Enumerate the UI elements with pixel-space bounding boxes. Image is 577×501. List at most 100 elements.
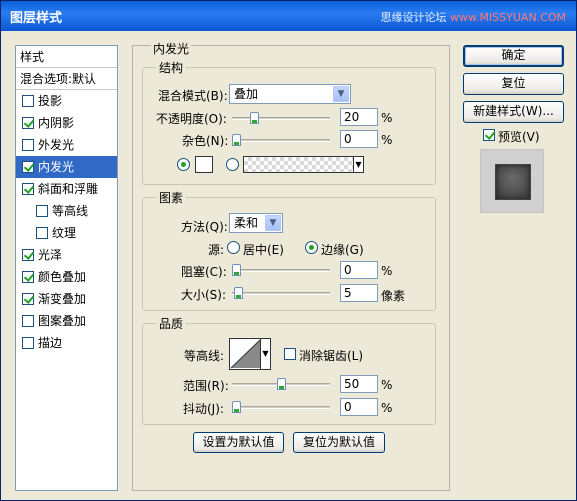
style-item[interactable]: 内阴影 — [16, 112, 117, 134]
style-item-checkbox[interactable] — [22, 183, 34, 195]
style-item-checkbox[interactable] — [36, 205, 48, 217]
size-slider[interactable] — [232, 287, 330, 299]
styles-header[interactable]: 样式 — [16, 46, 117, 68]
style-preview-swatch — [495, 164, 531, 200]
style-item[interactable]: 内发光 — [16, 156, 117, 178]
technique-select[interactable]: 柔和 ▼ — [229, 213, 283, 233]
source-center-radio[interactable] — [227, 241, 240, 254]
style-item[interactable]: 颜色叠加 — [16, 266, 117, 288]
source-label: 源: — [208, 243, 225, 257]
style-item-checkbox[interactable] — [22, 315, 34, 327]
solid-color-radio[interactable] — [177, 158, 190, 171]
style-item-label: 等高线 — [52, 204, 89, 218]
range-label: 范围(R): — [183, 379, 229, 393]
gradient-swatch[interactable]: ▼ — [243, 156, 364, 173]
blend-mode-select[interactable]: 叠加 ▼ — [229, 84, 351, 104]
style-item-label: 斜面和浮雕 — [38, 182, 99, 196]
blend-mode-value: 叠加 — [234, 87, 259, 101]
opacity-input[interactable]: 20 — [340, 108, 378, 126]
style-preview — [480, 149, 544, 213]
jitter-unit: % — [381, 401, 393, 415]
watermark-url: www.MISSYUAN.COM — [449, 11, 566, 24]
technique-label: 方法(Q): — [181, 220, 228, 234]
chevron-down-icon: ▼ — [265, 215, 281, 231]
style-item-label: 内阴影 — [38, 116, 75, 130]
preview-label[interactable]: 预览(V) — [498, 128, 540, 145]
style-item-label: 内发光 — [38, 160, 75, 174]
choke-unit: % — [381, 264, 393, 278]
source-edge-label[interactable]: 边缘(G) — [321, 241, 364, 258]
structure-label: 结构 — [156, 59, 187, 76]
choke-slider-thumb[interactable] — [232, 264, 241, 276]
opacity-label: 不透明度(O): — [156, 112, 227, 126]
glow-color-swatch[interactable] — [195, 156, 213, 173]
ok-button[interactable]: 确定 — [463, 45, 564, 67]
range-input[interactable]: 50 — [340, 375, 378, 393]
style-item-checkbox[interactable] — [22, 337, 34, 349]
jitter-input[interactable]: 0 — [340, 398, 378, 416]
antialias-label[interactable]: 消除锯齿(L) — [299, 347, 363, 364]
watermark: 思缘设计论坛 www.MISSYUAN.COM — [380, 9, 566, 25]
style-item[interactable]: 等高线 — [16, 200, 117, 222]
size-slider-thumb[interactable] — [234, 287, 243, 299]
noise-input[interactable]: 0 — [340, 130, 378, 148]
chevron-down-icon[interactable]: ▼ — [353, 157, 363, 172]
reset-default-button[interactable]: 复位为默认值 — [293, 432, 385, 453]
choke-label: 阻塞(C): — [181, 265, 227, 279]
source-edge-radio[interactable] — [305, 241, 318, 254]
chevron-down-icon: ▼ — [333, 86, 349, 102]
style-item[interactable]: 纹理 — [16, 222, 117, 244]
range-slider-thumb[interactable] — [277, 378, 286, 390]
style-item[interactable]: 外发光 — [16, 134, 117, 156]
choke-slider[interactable] — [232, 264, 330, 276]
elements-label: 图素 — [156, 189, 187, 206]
jitter-slider-thumb[interactable] — [232, 401, 241, 413]
contour-preview — [230, 339, 261, 369]
style-item-checkbox[interactable] — [22, 161, 34, 173]
chevron-down-icon[interactable]: ▼ — [260, 339, 270, 369]
set-default-button[interactable]: 设置为默认值 — [193, 432, 284, 453]
style-item[interactable]: 投影 — [16, 90, 117, 112]
jitter-slider[interactable] — [232, 401, 330, 413]
style-item-checkbox[interactable] — [36, 227, 48, 239]
opacity-slider-thumb[interactable] — [250, 112, 259, 124]
choke-input[interactable]: 0 — [340, 261, 378, 279]
style-item-checkbox[interactable] — [22, 249, 34, 261]
style-item-checkbox[interactable] — [22, 139, 34, 151]
dialog-title: 图层样式 — [10, 11, 63, 26]
new-style-button[interactable]: 新建样式(W)... — [463, 101, 564, 123]
noise-label: 杂色(N): — [182, 134, 229, 148]
range-unit: % — [381, 378, 393, 392]
quality-label: 品质 — [156, 315, 187, 332]
noise-slider-thumb[interactable] — [232, 134, 241, 146]
blending-options-item[interactable]: 混合选项:默认 — [16, 68, 117, 90]
gradient-radio[interactable] — [226, 158, 239, 171]
style-item[interactable]: 斜面和浮雕 — [16, 178, 117, 200]
reset-button[interactable]: 复位 — [463, 73, 564, 95]
source-center-label[interactable]: 居中(E) — [243, 241, 284, 258]
contour-label: 等高线: — [184, 349, 225, 363]
style-item-checkbox[interactable] — [22, 95, 34, 107]
style-item-label: 描边 — [38, 336, 63, 350]
opacity-slider[interactable] — [232, 112, 330, 124]
noise-slider[interactable] — [232, 134, 330, 146]
watermark-text: 思缘设计论坛 — [380, 11, 447, 24]
style-item-checkbox[interactable] — [22, 271, 34, 283]
jitter-label: 抖动(J): — [183, 402, 224, 416]
style-item-label: 投影 — [38, 94, 63, 108]
title-bar[interactable]: 图层样式 思缘设计论坛 www.MISSYUAN.COM — [1, 1, 576, 31]
contour-picker[interactable]: ▼ — [229, 338, 271, 370]
style-item-checkbox[interactable] — [22, 293, 34, 305]
style-item[interactable]: 图案叠加 — [16, 310, 117, 332]
antialias-checkbox[interactable] — [284, 348, 296, 360]
size-input[interactable]: 5 — [340, 284, 378, 302]
opacity-unit: % — [381, 111, 393, 125]
style-item[interactable]: 渐变叠加 — [16, 288, 117, 310]
preview-checkbox[interactable] — [483, 129, 495, 141]
range-slider[interactable] — [232, 378, 330, 390]
style-item-checkbox[interactable] — [22, 117, 34, 129]
style-item[interactable]: 光泽 — [16, 244, 117, 266]
style-item[interactable]: 描边 — [16, 332, 117, 354]
blend-mode-label: 混合模式(B): — [158, 89, 228, 103]
panel-title: 内发光 — [151, 40, 192, 57]
